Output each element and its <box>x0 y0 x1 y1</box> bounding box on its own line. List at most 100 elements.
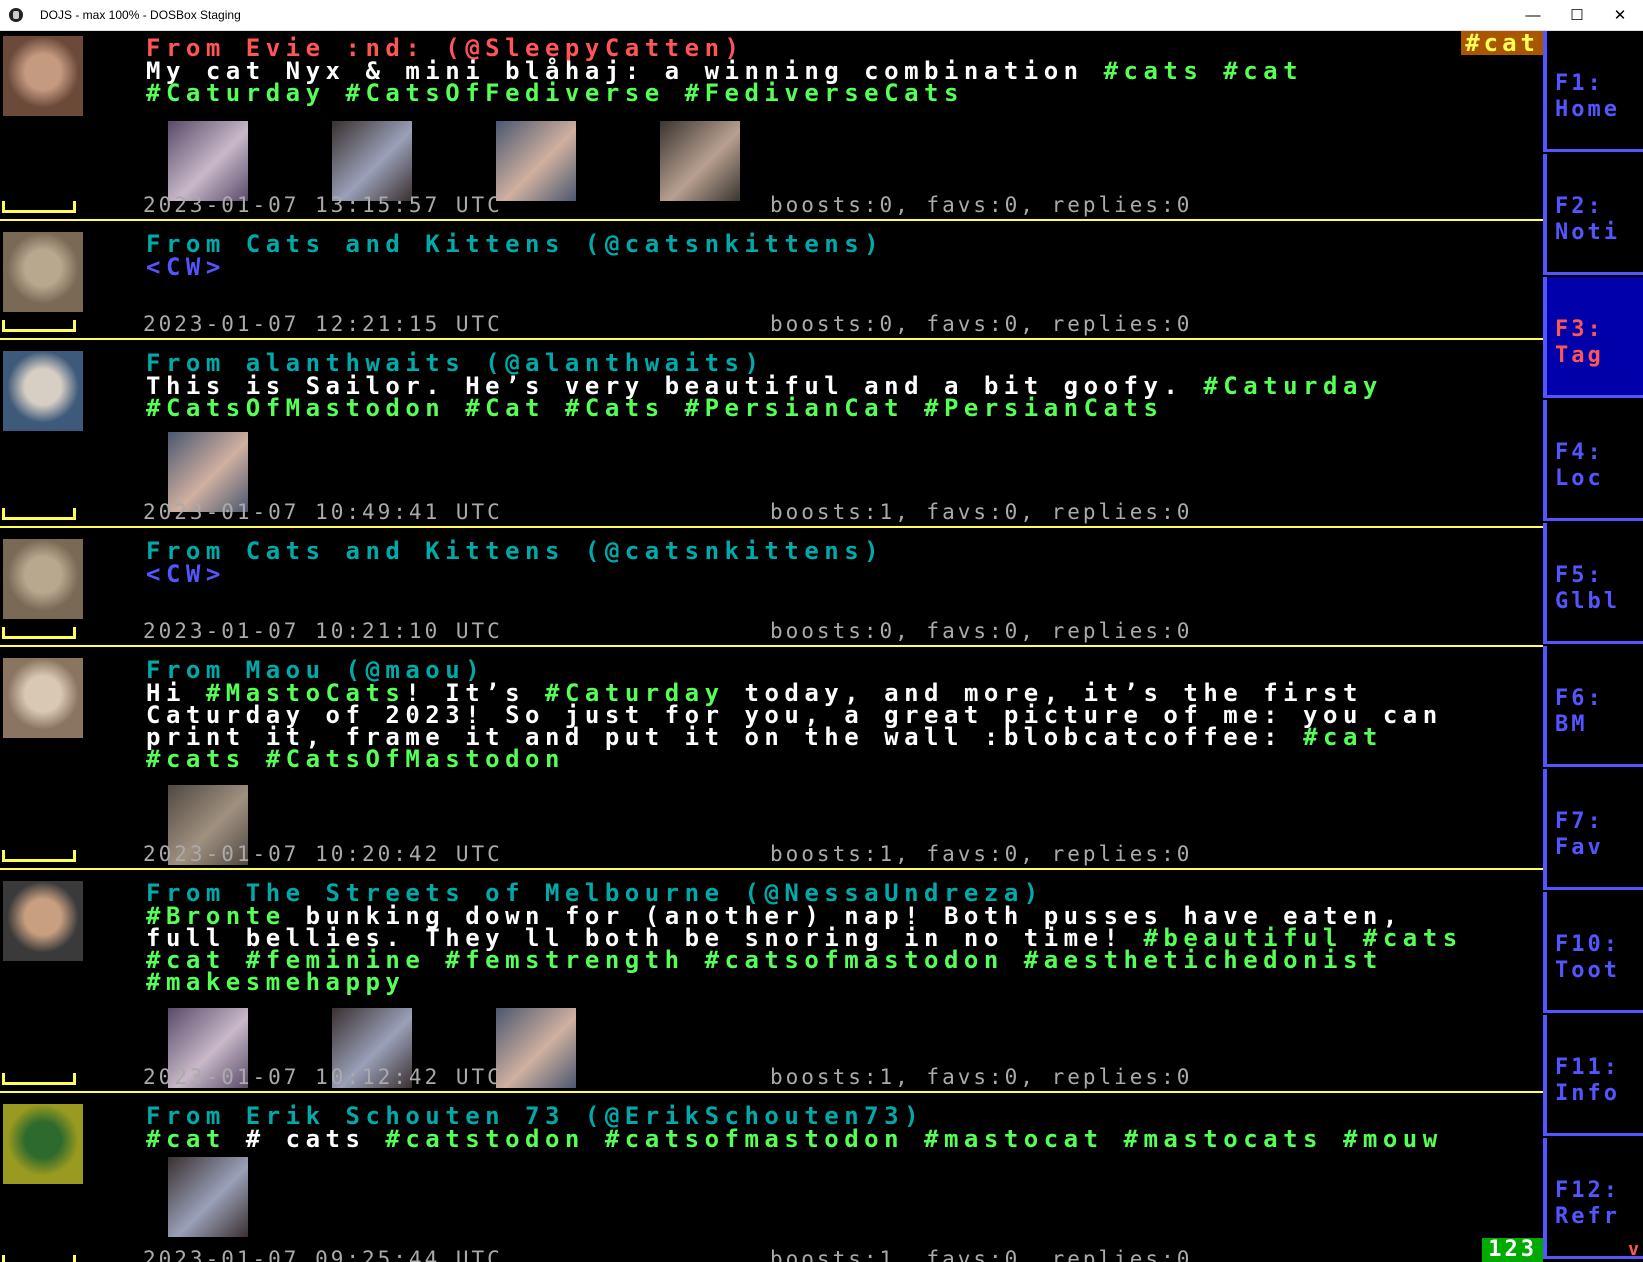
fkey-label: Toot <box>1555 958 1620 983</box>
hashtag[interactable]: #cat <box>1303 723 1383 751</box>
select-bracket[interactable] <box>2 850 76 862</box>
fkey-label: Loc <box>1555 466 1604 491</box>
media-thumbnail[interactable] <box>168 1157 248 1237</box>
fkey-fav[interactable]: F7: Fav <box>1543 769 1643 890</box>
media-thumbnail[interactable] <box>496 121 576 201</box>
post-divider <box>0 868 1543 870</box>
fkey-info[interactable]: F11: Info <box>1543 1015 1643 1136</box>
media-attachments <box>168 121 740 201</box>
post[interactable]: From alanthwaits (@alanthwaits) This is S… <box>0 340 1543 526</box>
fkey-bm[interactable]: F6: BM <box>1543 646 1643 767</box>
hashtag[interactable]: #cat <box>146 1125 226 1153</box>
media-attachments <box>168 1157 248 1237</box>
post-text-line: #Caturday #CatsOfFediverse #FediverseCat… <box>146 79 964 107</box>
avatar <box>3 881 83 961</box>
post[interactable]: From Maou (@maou) Hi #MastoCats! It’s #Ca… <box>0 647 1543 868</box>
hashtag[interactable]: #Caturday <box>1203 372 1383 400</box>
post-text-line: #makesmehappy <box>146 968 405 996</box>
scroll-down-icon[interactable]: v <box>1628 1239 1639 1260</box>
maximize-button[interactable]: ☐ <box>1554 0 1600 30</box>
fkey-label: Glbl <box>1555 589 1620 614</box>
window-title-bar: DOJS - max 100% - DOSBox Staging — ☐ ✕ <box>0 0 1643 31</box>
content-warning[interactable]: <CW> <box>146 255 226 279</box>
avatar <box>3 658 83 738</box>
fkey-key: F2: <box>1555 194 1604 219</box>
page-number: 123 <box>1482 1238 1543 1262</box>
hashtag[interactable]: #makesmehappy <box>146 968 405 996</box>
media-thumbnail[interactable] <box>660 121 740 201</box>
avatar <box>3 1104 83 1184</box>
post-stats: boosts:1, favs:0, replies:0 <box>770 1247 1193 1262</box>
fkey-toot[interactable]: F10: Toot <box>1543 892 1643 1013</box>
post-text: # cats <box>225 1125 386 1153</box>
fkey-label: Home <box>1555 97 1620 122</box>
fkey-noti[interactable]: F2: Noti <box>1543 154 1643 275</box>
minimize-button[interactable]: — <box>1510 0 1556 30</box>
fkey-glbl[interactable]: F5: Glbl <box>1543 523 1643 644</box>
fkey-loc[interactable]: F4: Loc <box>1543 400 1643 521</box>
media-thumbnail[interactable] <box>168 121 248 201</box>
post-text-line: #cat # cats #catstodon #catsofmastodon #… <box>146 1125 1443 1153</box>
post-divider <box>0 219 1543 221</box>
select-bracket[interactable] <box>2 1073 76 1085</box>
post-timestamp: 2023-01-07 13:15:57 UTC <box>143 193 503 217</box>
hashtag[interactable]: #cats #CatsOfMastodon <box>146 745 565 773</box>
timeline: From Erik Schouten 73 (@ErikSchouten73) #… <box>0 31 1543 1262</box>
hashtag[interactable]: #catstodon #catsofmastodon #mastocat #ma… <box>385 1125 1442 1153</box>
post-timestamp: 2023-01-07 12:21:15 UTC <box>143 312 503 336</box>
fkey-key: F5: <box>1555 563 1604 588</box>
post[interactable]: From The Streets of Melbourne (@NessaUnd… <box>0 870 1543 1091</box>
fkey-label: Fav <box>1555 835 1604 860</box>
fkey-label: Tag <box>1555 343 1604 368</box>
current-tag: #cat <box>1461 31 1543 55</box>
fkey-key: F11: <box>1555 1055 1620 1080</box>
select-bracket[interactable] <box>2 1255 76 1262</box>
post-timestamp: 2023-01-07 10:21:10 UTC <box>143 619 503 643</box>
fkey-label: Refr <box>1555 1204 1620 1229</box>
close-button[interactable]: ✕ <box>1597 0 1643 30</box>
fkey-key: F10: <box>1555 932 1620 957</box>
content-warning[interactable]: <CW> <box>146 562 226 586</box>
fkey-tag[interactable]: F3: Tag <box>1543 277 1643 398</box>
media-thumbnail[interactable] <box>332 121 412 201</box>
post-divider <box>0 526 1543 528</box>
post-timestamp: 2023-01-07 10:49:41 UTC <box>143 500 503 524</box>
post[interactable]: From Cats and Kittens (@catsnkittens) <CW… <box>0 528 1543 645</box>
post[interactable]: From Cats and Kittens (@catsnkittens) <CW… <box>0 221 1543 338</box>
window-title: DOJS - max 100% - DOSBox Staging <box>40 8 241 22</box>
hashtag[interactable]: #Caturday #CatsOfFediverse #FediverseCat… <box>146 79 964 107</box>
select-bracket[interactable] <box>2 508 76 520</box>
post[interactable]: From Evie :nd: (@SleepyCatten) My cat Nyx… <box>0 31 1543 219</box>
fkey-home[interactable]: F1: Home <box>1543 31 1643 152</box>
post-timestamp: 2023-01-07 09:25:44 UTC <box>143 1247 503 1262</box>
hashtag[interactable]: #cats #cat <box>1104 57 1304 85</box>
fkey-key: F3: <box>1555 317 1604 342</box>
hashtag[interactable]: #CatsOfMastodon #Cat #Cats #PersianCat #… <box>146 394 1163 422</box>
dos-screen: From Erik Schouten 73 (@ErikSchouten73) #… <box>0 31 1643 1262</box>
post-stats: boosts:0, favs:0, replies:0 <box>770 312 1193 336</box>
post-author: From Cats and Kittens (@catsnkittens) <box>146 537 885 565</box>
post-stats: boosts:0, favs:0, replies:0 <box>770 193 1193 217</box>
post-stats: boosts:1, favs:0, replies:0 <box>770 1065 1193 1089</box>
avatar <box>3 36 83 116</box>
fkey-key: F12: <box>1555 1178 1620 1203</box>
fkey-key: F4: <box>1555 440 1604 465</box>
post-timestamp: 2023-01-07 10:12:42 UTC <box>143 1065 503 1089</box>
select-bracket[interactable] <box>2 627 76 639</box>
fkey-key: F7: <box>1555 809 1604 834</box>
avatar <box>3 351 83 431</box>
fkey-label: BM <box>1555 712 1588 737</box>
select-bracket[interactable] <box>2 201 76 213</box>
post-text-line: #cats #CatsOfMastodon <box>146 745 565 773</box>
fkey-label: Info <box>1555 1081 1620 1106</box>
fkey-key: F6: <box>1555 686 1604 711</box>
post-divider <box>0 338 1543 340</box>
post-stats: boosts:1, favs:0, replies:0 <box>770 500 1193 524</box>
post-timestamp: 2023-01-07 10:20:42 UTC <box>143 842 503 866</box>
select-bracket[interactable] <box>2 320 76 332</box>
dosbox-app-icon <box>9 8 23 22</box>
post-stats: boosts:0, favs:0, replies:0 <box>770 619 1193 643</box>
post[interactable]: From Erik Schouten 73 (@ErikSchouten73) #… <box>0 1093 1543 1262</box>
media-thumbnail[interactable] <box>496 1008 576 1088</box>
post-text-line: #CatsOfMastodon #Cat #Cats #PersianCat #… <box>146 394 1163 422</box>
